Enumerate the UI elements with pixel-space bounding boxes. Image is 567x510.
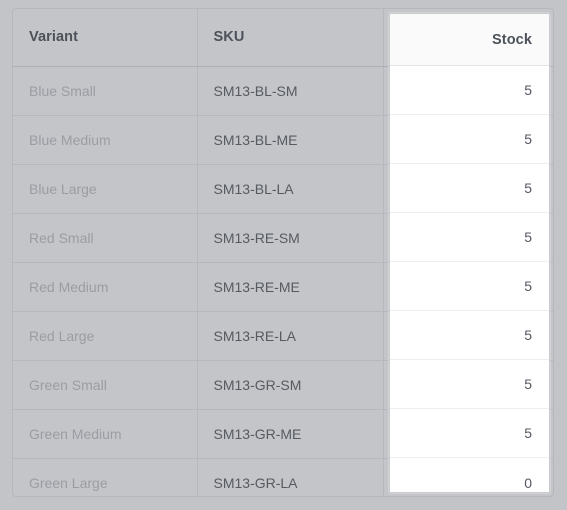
stock-cell[interactable]: 0 (390, 458, 549, 492)
cell-sku: SM13-BL-SM (197, 66, 384, 116)
stock-cell[interactable]: 5 (390, 115, 549, 164)
cell-variant: Red Large (13, 311, 198, 361)
stock-cell[interactable]: 5 (390, 360, 549, 409)
cell-variant: Red Small (13, 213, 198, 263)
cell-sku: SM13-RE-ME (197, 262, 384, 312)
column-header-sku[interactable]: SKU (197, 9, 384, 67)
cell-sku: SM13-RE-LA (197, 311, 384, 361)
cell-variant: Green Small (13, 360, 198, 410)
stock-cell[interactable]: 5 (390, 66, 549, 115)
stock-cell[interactable]: 5 (390, 164, 549, 213)
stock-column-panel[interactable]: Stock 555555550 (389, 13, 550, 493)
cell-variant: Green Large (13, 458, 198, 496)
cell-variant: Blue Large (13, 164, 198, 214)
stock-cell[interactable]: 5 (390, 213, 549, 262)
stock-panel-rows: 555555550 (390, 66, 549, 492)
stock-cell[interactable]: 5 (390, 311, 549, 360)
cell-sku: SM13-BL-LA (197, 164, 384, 214)
column-header-variant[interactable]: Variant (13, 9, 198, 67)
cell-variant: Blue Medium (13, 115, 198, 165)
cell-sku: SM13-GR-ME (197, 409, 384, 459)
cell-variant: Blue Small (13, 66, 198, 116)
cell-variant: Green Medium (13, 409, 198, 459)
cell-sku: SM13-GR-SM (197, 360, 384, 410)
cell-variant: Red Medium (13, 262, 198, 312)
cell-sku: SM13-RE-SM (197, 213, 384, 263)
stock-panel-header: Stock (390, 14, 549, 66)
stock-cell[interactable]: 5 (390, 409, 549, 458)
cell-sku: SM13-BL-ME (197, 115, 384, 165)
stock-cell[interactable]: 5 (390, 262, 549, 311)
cell-sku: SM13-GR-LA (197, 458, 384, 496)
